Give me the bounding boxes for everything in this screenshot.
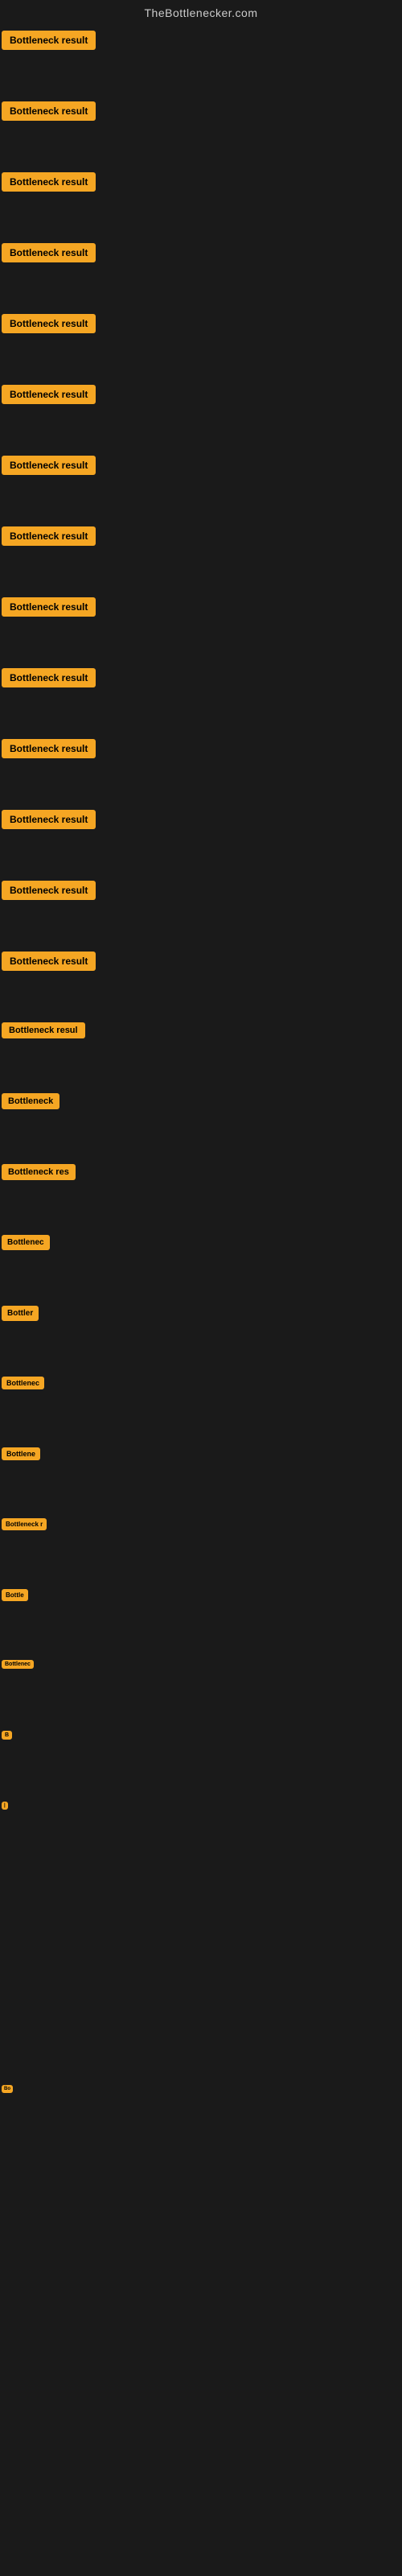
bottleneck-result-badge[interactable]: Bottlenec bbox=[2, 1235, 50, 1250]
list-item: Bottleneck result bbox=[2, 943, 400, 1014]
list-item: Bottleneck resul bbox=[2, 1014, 400, 1085]
bottleneck-result-badge[interactable]: Bottleneck bbox=[2, 1093, 59, 1109]
list-item: Bottleneck bbox=[2, 1085, 400, 1156]
bottleneck-result-badge[interactable]: Bottleneck result bbox=[2, 881, 96, 900]
list-item bbox=[2, 2502, 400, 2573]
list-item: Bottlene bbox=[2, 1439, 400, 1510]
bottleneck-result-badge[interactable]: Bottleneck result bbox=[2, 668, 96, 687]
list-item bbox=[2, 1864, 400, 1935]
bottleneck-result-badge[interactable]: Bottleneck result bbox=[2, 31, 96, 50]
list-item: | bbox=[2, 1794, 400, 1864]
list-item: Bottleneck r bbox=[2, 1510, 400, 1581]
list-item: Bottleneck result bbox=[2, 873, 400, 943]
bottleneck-result-badge[interactable]: Bottleneck result bbox=[2, 952, 96, 971]
list-item: Bottleneck result bbox=[2, 164, 400, 235]
bottleneck-result-badge[interactable]: Bottlene bbox=[2, 1447, 40, 1460]
list-item: Bottlenec bbox=[2, 1652, 400, 1723]
bottleneck-result-badge[interactable]: Bottler bbox=[2, 1306, 39, 1321]
list-item bbox=[2, 2289, 400, 2360]
bottleneck-result-badge[interactable]: Bottleneck result bbox=[2, 101, 96, 121]
list-item: Bottleneck result bbox=[2, 802, 400, 873]
list-item: Bottleneck result bbox=[2, 377, 400, 448]
list-item: Bottlenec bbox=[2, 1368, 400, 1439]
bottleneck-result-badge[interactable]: Bottle bbox=[2, 1589, 28, 1601]
bottleneck-result-badge[interactable]: Bottleneck result bbox=[2, 243, 96, 262]
bottleneck-result-badge[interactable]: Bottlenec bbox=[2, 1660, 34, 1669]
bottleneck-result-badge[interactable]: Bottleneck r bbox=[2, 1518, 47, 1530]
list-item: B bbox=[2, 1723, 400, 1794]
bottleneck-result-badge[interactable]: Bottleneck result bbox=[2, 385, 96, 404]
bottleneck-result-badge[interactable]: Bottleneck result bbox=[2, 810, 96, 829]
list-item bbox=[2, 2006, 400, 2077]
items-container: Bottleneck result Bottleneck result Bottle… bbox=[0, 23, 402, 2573]
list-item: Bottler bbox=[2, 1298, 400, 1368]
list-item bbox=[2, 1935, 400, 2006]
list-item bbox=[2, 2148, 400, 2219]
list-item: Bottlenec bbox=[2, 1227, 400, 1298]
bottleneck-result-badge[interactable]: Bottleneck result bbox=[2, 597, 96, 617]
bottleneck-result-badge[interactable]: Bottleneck result bbox=[2, 456, 96, 475]
list-item bbox=[2, 2219, 400, 2289]
list-item: Bottleneck result bbox=[2, 518, 400, 589]
bottleneck-result-badge[interactable]: Bottleneck result bbox=[2, 526, 96, 546]
list-item: Bottleneck result bbox=[2, 589, 400, 660]
list-item: Bottleneck result bbox=[2, 93, 400, 164]
list-item: Bo bbox=[2, 2077, 400, 2148]
list-item: Bottleneck result bbox=[2, 235, 400, 306]
list-item bbox=[2, 2431, 400, 2502]
list-item bbox=[2, 2360, 400, 2431]
bottleneck-result-badge[interactable]: B bbox=[2, 1731, 12, 1740]
bottleneck-result-badge[interactable]: Bo bbox=[2, 2085, 13, 2093]
list-item: Bottleneck result bbox=[2, 23, 400, 93]
bottleneck-result-badge[interactable]: Bottleneck result bbox=[2, 172, 96, 192]
list-item: Bottleneck result bbox=[2, 660, 400, 731]
list-item: Bottleneck result bbox=[2, 306, 400, 377]
list-item: Bottleneck result bbox=[2, 448, 400, 518]
bottleneck-result-badge[interactable]: Bottleneck result bbox=[2, 739, 96, 758]
site-header: TheBottlenecker.com bbox=[0, 0, 402, 23]
list-item: Bottleneck result bbox=[2, 731, 400, 802]
bottleneck-result-badge[interactable]: Bottleneck res bbox=[2, 1164, 76, 1180]
list-item: Bottle bbox=[2, 1581, 400, 1652]
list-item: Bottleneck res bbox=[2, 1156, 400, 1227]
bottleneck-result-badge[interactable]: | bbox=[2, 1802, 8, 1810]
bottleneck-result-badge[interactable]: Bottleneck resul bbox=[2, 1022, 85, 1038]
bottleneck-result-badge[interactable]: Bottleneck result bbox=[2, 314, 96, 333]
bottleneck-result-badge[interactable]: Bottlenec bbox=[2, 1377, 44, 1389]
